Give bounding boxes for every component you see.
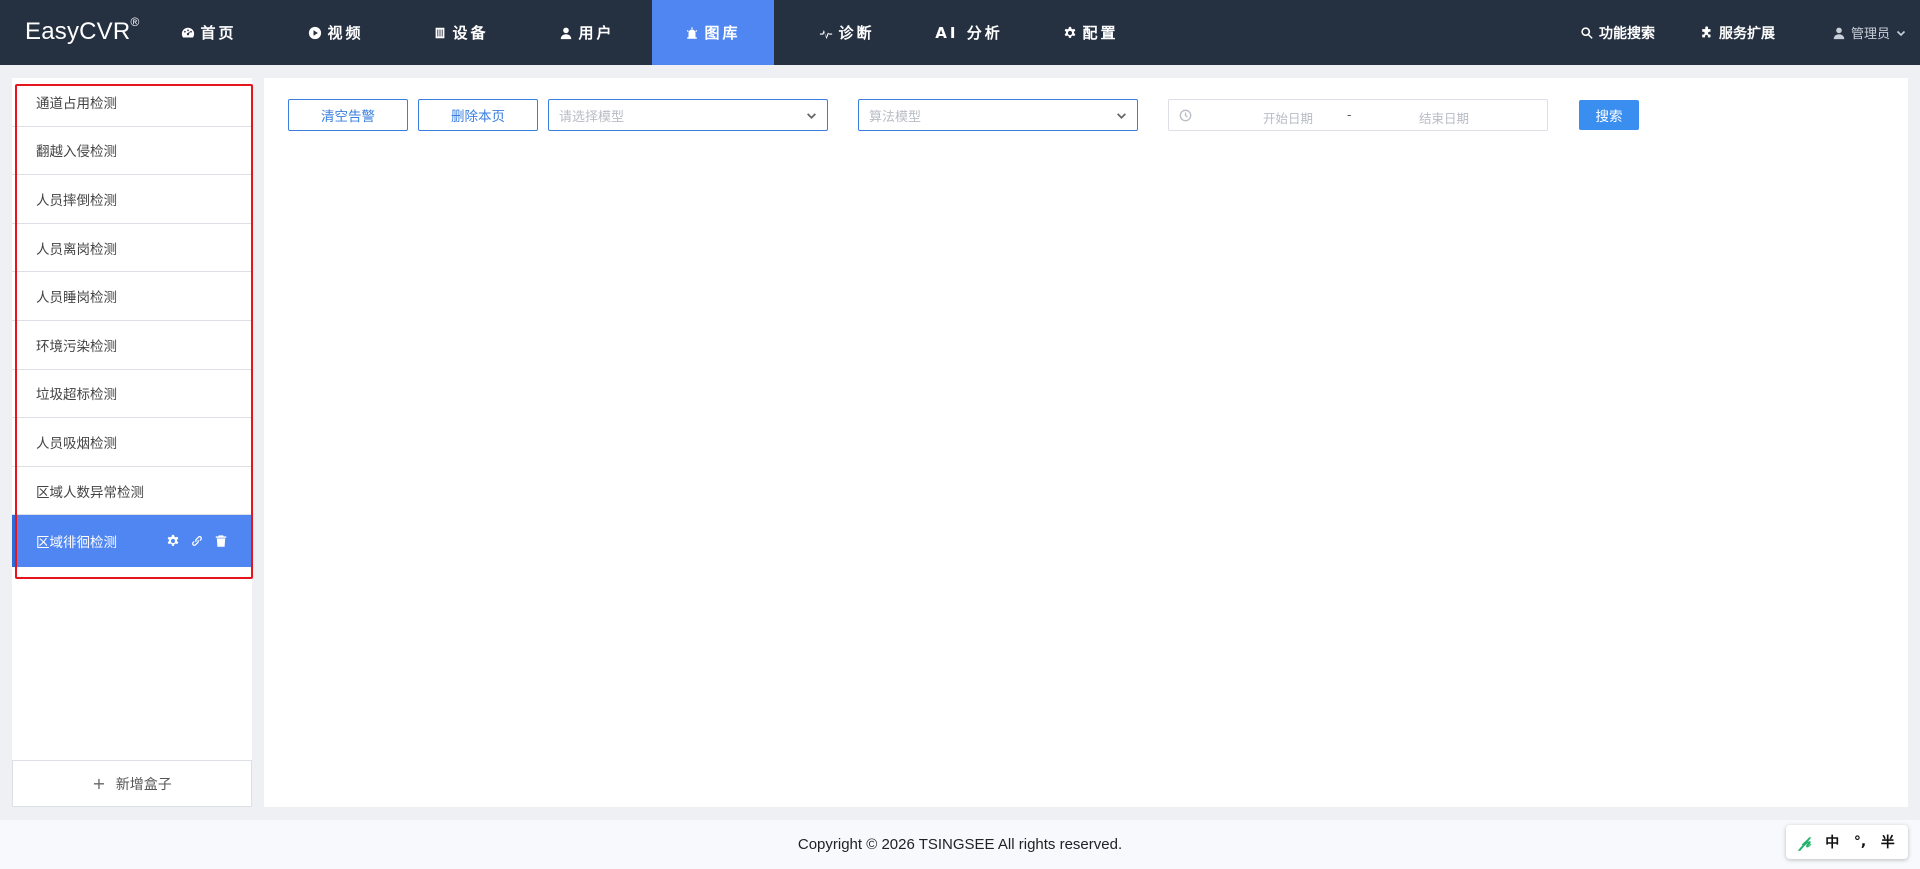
delete-page-button[interactable]: 删除本页 — [418, 99, 538, 131]
trash-icon[interactable] — [214, 534, 228, 548]
sidebar-item[interactable]: 人员离岗检测 — [12, 224, 252, 273]
ime-language[interactable]: 中 — [1825, 832, 1839, 852]
ime-width[interactable]: 半 — [1881, 832, 1895, 852]
clear-alarms-label: 清空告警 — [321, 109, 375, 125]
pulse-icon — [819, 26, 833, 40]
nav-diagnosis[interactable]: 诊断 — [798, 0, 896, 65]
ime-punctuation[interactable]: °, — [1854, 834, 1866, 850]
registered-mark: ® — [130, 15, 140, 29]
sidebar-item-label: 区域人数异常检测 — [36, 484, 144, 501]
copyright-text: Copyright © 2026 TSINGSEE All rights res… — [797, 836, 1123, 853]
nav-user-label: 用户 — [578, 24, 615, 42]
user-icon — [559, 26, 573, 40]
model-select-placeholder: 请选择模型 — [559, 109, 625, 125]
search-button-label: 搜索 — [1595, 109, 1623, 125]
footer: Copyright © 2026 TSINGSEE All rights res… — [0, 820, 1920, 869]
nav-device[interactable]: 设备 — [412, 0, 510, 65]
sidebar-item[interactable]: 翻越入侵检测 — [12, 127, 252, 176]
model-select[interactable]: 请选择模型 — [548, 99, 828, 131]
nav-home[interactable]: 首页 — [160, 0, 258, 65]
settings-gear-icon[interactable] — [166, 534, 180, 548]
nav-ai-analysis[interactable]: AI 分析 — [920, 0, 1018, 65]
sidebar-item-label: 翻越入侵检测 — [36, 144, 117, 161]
detection-list: 通道占用检测 翻越入侵检测 人员摔倒检测 人员离岗检测 人员睡岗检测 环境污染检… — [12, 78, 252, 568]
nav-device-label: 设备 — [452, 24, 489, 42]
device-icon — [433, 26, 447, 40]
search-icon — [1580, 26, 1594, 40]
main-panel: 清空告警 删除本页 请选择模型 算法模型 开始日期 - 结束日期 搜索 — [264, 78, 1908, 807]
nav-video-label: 视频 — [327, 24, 364, 42]
user-menu[interactable]: 管理员 — [1832, 0, 1906, 65]
service-extend-label: 服务扩展 — [1719, 25, 1775, 42]
sidebar-item-active[interactable]: 区域徘徊检测 — [12, 515, 252, 568]
sidebar: 通道占用检测 翻越入侵检测 人员摔倒检测 人员离岗检测 人员睡岗检测 环境污染检… — [12, 78, 252, 807]
nav-diagnosis-label: 诊断 — [838, 24, 875, 42]
sidebar-item[interactable]: 区域人数异常检测 — [12, 467, 252, 516]
clear-alarms-button[interactable]: 清空告警 — [288, 99, 408, 131]
gear-icon — [1063, 26, 1077, 40]
ime-toolbar[interactable]: 𝓅 中 °, 半 — [1786, 825, 1908, 859]
nav-config[interactable]: 配置 — [1042, 0, 1140, 65]
top-navbar: EasyCVR® 首页 视频 设备 用户 图库 诊断 AI 分析 配置 功能搜索… — [0, 0, 1920, 65]
sidebar-item-label: 区域徘徊检测 — [36, 535, 117, 552]
ime-logo-icon[interactable]: 𝓅 — [1799, 832, 1810, 852]
service-extend-button[interactable]: 服务扩展 — [1700, 0, 1775, 65]
brand-name: EasyCVR — [25, 18, 131, 45]
sidebar-item-label: 垃圾超标检测 — [36, 387, 117, 404]
algorithm-select[interactable]: 算法模型 — [858, 99, 1138, 131]
nav-video[interactable]: 视频 — [287, 0, 385, 65]
user-menu-label: 管理员 — [1851, 27, 1891, 42]
chevron-down-icon — [806, 110, 817, 121]
puzzle-icon — [1700, 25, 1714, 40]
sidebar-item-label: 人员睡岗检测 — [36, 290, 117, 307]
plus-icon: + — [92, 774, 106, 793]
link-icon[interactable] — [190, 534, 204, 548]
search-button[interactable]: 搜索 — [1579, 100, 1639, 130]
date-separator: - — [1347, 107, 1352, 122]
play-circle-icon — [308, 26, 322, 40]
end-date-input[interactable]: 结束日期 — [1399, 108, 1489, 127]
sidebar-item[interactable]: 人员摔倒检测 — [12, 175, 252, 224]
nav-config-label: 配置 — [1082, 24, 1119, 42]
chevron-down-icon — [1896, 28, 1906, 38]
start-date-input[interactable]: 开始日期 — [1243, 108, 1333, 127]
brand-logo[interactable]: EasyCVR® — [25, 15, 140, 48]
item-actions — [166, 515, 228, 567]
nav-gallery-label: 图库 — [704, 24, 741, 42]
add-box-label: 新增盒子 — [115, 776, 172, 793]
sidebar-item-label: 人员吸烟检测 — [36, 435, 117, 452]
nav-home-label: 首页 — [200, 24, 237, 42]
algorithm-select-placeholder: 算法模型 — [869, 109, 922, 125]
delete-page-label: 删除本页 — [451, 109, 505, 125]
sidebar-item[interactable]: 环境污染检测 — [12, 321, 252, 370]
add-box-button[interactable]: + 新增盒子 — [12, 760, 252, 807]
sidebar-item[interactable]: 垃圾超标检测 — [12, 370, 252, 419]
nav-user[interactable]: 用户 — [538, 0, 636, 65]
alarm-icon — [685, 26, 699, 40]
user-icon — [1832, 26, 1846, 40]
sidebar-item-label: 人员离岗检测 — [36, 241, 117, 258]
clock-icon — [1179, 109, 1192, 122]
sidebar-item-label: 通道占用检测 — [36, 95, 117, 112]
sidebar-item[interactable]: 通道占用检测 — [12, 78, 252, 127]
dashboard-icon — [181, 26, 195, 40]
nav-ai-analysis-label: AI 分析 — [935, 24, 1003, 42]
feature-search-label: 功能搜索 — [1599, 25, 1655, 42]
sidebar-item-label: 人员摔倒检测 — [36, 192, 117, 209]
sidebar-item[interactable]: 人员吸烟检测 — [12, 418, 252, 467]
sidebar-item[interactable]: 人员睡岗检测 — [12, 272, 252, 321]
sidebar-item-label: 环境污染检测 — [36, 338, 117, 355]
chevron-down-icon — [1116, 110, 1127, 121]
nav-gallery[interactable]: 图库 — [652, 0, 774, 65]
feature-search-button[interactable]: 功能搜索 — [1580, 0, 1655, 65]
date-range-picker[interactable]: 开始日期 - 结束日期 — [1168, 99, 1548, 131]
